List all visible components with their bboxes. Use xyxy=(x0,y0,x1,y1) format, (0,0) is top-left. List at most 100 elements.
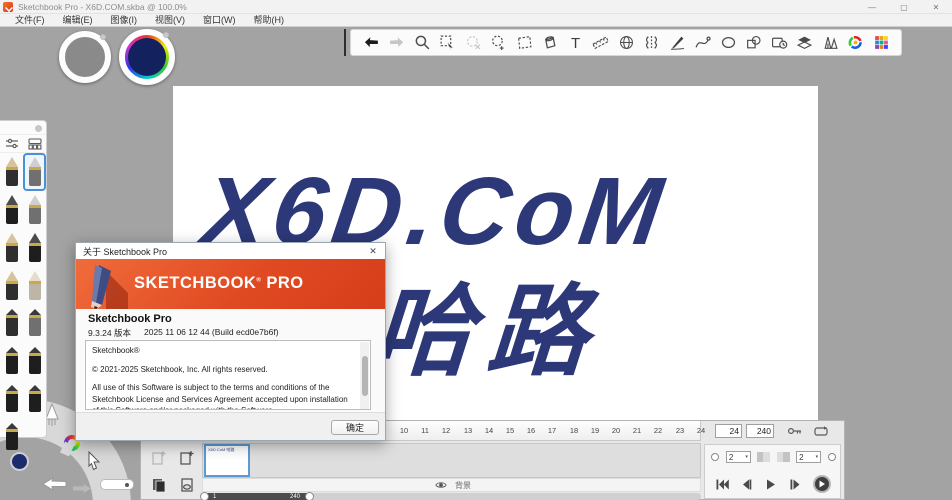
previous-frame-icon[interactable] xyxy=(740,479,753,490)
keyframe-icon[interactable] xyxy=(787,425,803,438)
clear-frame-icon[interactable] xyxy=(179,477,195,493)
brush-ballpoint-pen[interactable] xyxy=(0,191,23,229)
range-start-handle[interactable] xyxy=(200,492,209,500)
brush-library-icon[interactable] xyxy=(820,33,840,53)
onion-before-icon[interactable] xyxy=(757,452,770,462)
palette-handle-icon[interactable] xyxy=(35,125,42,132)
menu-help[interactable]: 帮助(H) xyxy=(245,14,294,27)
playback-controls xyxy=(705,475,842,493)
brush-airbrush[interactable] xyxy=(23,191,46,229)
menu-file[interactable]: 文件(F) xyxy=(6,14,54,27)
brush-flat-marker[interactable] xyxy=(0,305,23,343)
timeline-scroll-thumb[interactable]: 1 240 xyxy=(201,493,313,500)
onion-after-icon[interactable] xyxy=(777,452,790,462)
ruler-icon[interactable] xyxy=(591,33,611,53)
brush-round-marker[interactable] xyxy=(23,343,46,381)
brush-puck-handle[interactable] xyxy=(100,34,106,40)
current-frame-input[interactable] xyxy=(715,424,742,438)
zoom-icon[interactable] xyxy=(412,33,432,53)
next-frame-icon[interactable] xyxy=(789,479,802,490)
color-puck-handle[interactable] xyxy=(163,32,169,38)
close-button[interactable]: ✕ xyxy=(920,0,952,14)
play-animation-button[interactable] xyxy=(813,475,831,493)
ruler-number: 23 xyxy=(670,426,690,435)
brush-sets-icon[interactable] xyxy=(28,138,42,150)
duplicate-frame-icon[interactable] xyxy=(151,477,167,493)
redo-icon[interactable] xyxy=(387,33,407,53)
brush-sketch-pencil[interactable] xyxy=(0,153,23,191)
lagoon-undo-icon[interactable] xyxy=(42,477,68,491)
add-selection-icon[interactable] xyxy=(489,33,509,53)
frame-track[interactable]: X6D.CoM 哈路 xyxy=(202,443,701,478)
text-tool-icon[interactable]: T xyxy=(565,33,585,53)
license-scroll-thumb[interactable] xyxy=(362,356,368,396)
license-textbox[interactable]: Sketchbook® © 2021-2025 Sketchbook, Inc.… xyxy=(85,340,371,410)
background-layer-row[interactable]: 背景 xyxy=(202,478,701,492)
brush-bullet-marker[interactable] xyxy=(23,229,46,267)
license-scrollbar[interactable] xyxy=(360,342,369,410)
menu-window[interactable]: 窗口(W) xyxy=(194,14,245,27)
brush-paintbrush[interactable] xyxy=(0,267,23,305)
minimize-button[interactable]: — xyxy=(856,0,888,14)
curve-icon[interactable] xyxy=(693,33,713,53)
import-image-icon[interactable] xyxy=(769,33,789,53)
go-to-start-icon[interactable] xyxy=(716,479,729,490)
ruler-number: 20 xyxy=(606,426,626,435)
brush-small-marker[interactable] xyxy=(0,381,23,419)
brush-settings-icon[interactable] xyxy=(5,138,19,150)
maximize-button[interactable]: ▢ xyxy=(888,0,920,14)
stylus-icon[interactable] xyxy=(667,33,687,53)
add-frame-after-icon[interactable] xyxy=(179,449,195,465)
shapes-icon[interactable] xyxy=(744,33,764,53)
ruler-number: 14 xyxy=(479,426,499,435)
onion-after-dropdown[interactable]: 2▾ xyxy=(796,451,821,463)
symmetry-icon[interactable] xyxy=(642,33,662,53)
menu-view[interactable]: 视图(V) xyxy=(146,14,194,27)
brand-title: SKETCHBOOK® PRO xyxy=(134,274,304,293)
brush-list xyxy=(0,153,46,457)
layers-icon[interactable] xyxy=(795,33,815,53)
playback-panel: 2▾ 2▾ xyxy=(704,444,841,499)
dialog-close-button[interactable]: ✕ xyxy=(361,243,385,259)
onion-after-radio[interactable] xyxy=(828,453,836,461)
loop-icon[interactable] xyxy=(813,425,829,438)
deselect-icon[interactable] xyxy=(463,33,483,53)
timeline-scrollbar[interactable]: 1 240 xyxy=(201,493,701,500)
brush-felt-marker[interactable] xyxy=(0,343,23,381)
palette-header[interactable] xyxy=(0,121,46,135)
visibility-eye-icon[interactable] xyxy=(435,480,447,490)
ellipse-icon[interactable] xyxy=(718,33,738,53)
onion-before-dropdown[interactable]: 2▾ xyxy=(726,451,751,463)
perspective-icon[interactable] xyxy=(616,33,636,53)
ok-button[interactable]: 确定 xyxy=(331,420,379,435)
fill-icon[interactable] xyxy=(540,33,560,53)
color-palette-icon[interactable] xyxy=(871,33,891,53)
frame-1-thumbnail[interactable]: X6D.CoM 哈路 xyxy=(204,444,250,477)
ruler-number: 22 xyxy=(648,426,668,435)
dialog-title-bar[interactable]: 关于 Sketchbook Pro ✕ xyxy=(76,243,385,259)
brush-chisel-tip-marker[interactable] xyxy=(23,305,46,343)
range-end-handle[interactable] xyxy=(305,492,314,500)
onion-before-radio[interactable] xyxy=(711,453,719,461)
ruler-number: 24 xyxy=(691,426,711,435)
brush-fountain-pen[interactable] xyxy=(0,229,23,267)
brush-eraser[interactable] xyxy=(23,153,46,191)
menu-edit[interactable]: 编辑(E) xyxy=(54,14,102,27)
select-icon[interactable] xyxy=(438,33,458,53)
add-frame-before-icon[interactable] xyxy=(151,449,167,465)
color-wheel-icon[interactable] xyxy=(846,33,866,53)
cursor-icon xyxy=(86,451,102,471)
lagoon-slider[interactable] xyxy=(100,479,134,490)
license-line: Sketchbook® xyxy=(92,345,356,357)
lagoon-redo-icon[interactable] xyxy=(72,483,92,494)
transform-icon[interactable] xyxy=(514,33,534,53)
menu-image[interactable]: 图像(I) xyxy=(102,14,147,27)
brush-stub-marker[interactable] xyxy=(0,419,23,457)
brush-colorless-pencil[interactable] xyxy=(23,267,46,305)
caret-down-icon: ▾ xyxy=(745,454,748,460)
brush-broad-marker[interactable] xyxy=(23,381,46,419)
range-end-label: 240 xyxy=(290,494,300,500)
play-icon[interactable] xyxy=(764,479,777,490)
undo-icon[interactable] xyxy=(361,33,381,53)
total-frames-input[interactable] xyxy=(746,424,774,438)
